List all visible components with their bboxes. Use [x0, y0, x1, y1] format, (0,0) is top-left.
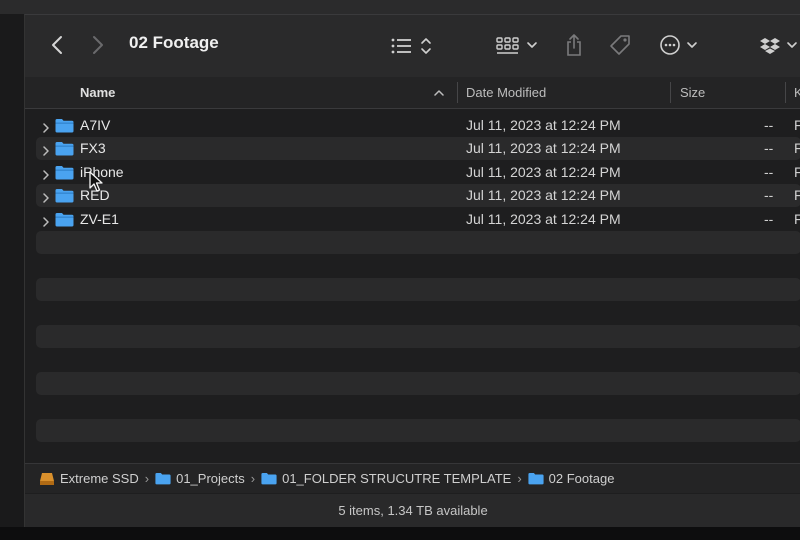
sort-ascending-icon[interactable] — [434, 86, 444, 104]
path-bar: Extreme SSD › 01_Projects › 01_FOLDER ST… — [25, 463, 800, 493]
file-list: A7IV Jul 11, 2023 at 12:24 PM -- F FX3 J… — [25, 109, 800, 459]
path-separator: › — [517, 471, 522, 486]
path-item-label: Extreme SSD — [60, 471, 139, 486]
item-size: -- — [764, 117, 774, 133]
row-stripe — [36, 372, 800, 395]
item-kind: F — [794, 187, 800, 203]
path-item-02-footage[interactable]: 02 Footage — [528, 471, 615, 486]
item-kind: F — [794, 117, 800, 133]
item-date: Jul 11, 2023 at 12:24 PM — [466, 140, 621, 156]
column-header: Name Date Modified Size K — [25, 77, 800, 109]
item-size: -- — [764, 211, 774, 227]
path-item-folder-template[interactable]: 01_FOLDER STRUCUTRE TEMPLATE — [261, 471, 511, 486]
folder-icon — [55, 165, 74, 185]
row-stripe — [36, 231, 800, 254]
folder-icon — [55, 188, 74, 208]
row-stripe — [36, 325, 800, 348]
item-kind: F — [794, 140, 800, 156]
list-item[interactable]: iPhone Jul 11, 2023 at 12:24 PM -- F — [25, 161, 800, 184]
column-divider[interactable] — [457, 82, 458, 103]
share-icon[interactable] — [563, 31, 585, 59]
mouse-cursor-icon — [89, 171, 103, 198]
column-divider[interactable] — [670, 82, 671, 103]
path-item-label: 02 Footage — [548, 471, 615, 486]
path-separator: › — [144, 471, 150, 486]
finder-window: 02 Footage Name Date Modified Size A7IV … — [24, 14, 800, 528]
row-stripe — [36, 278, 800, 301]
item-name: A7IV — [80, 117, 111, 133]
item-date: Jul 11, 2023 at 12:24 PM — [466, 164, 621, 180]
item-date: Jul 11, 2023 at 12:24 PM — [466, 117, 621, 133]
item-kind: F — [794, 164, 800, 180]
more-ellipsis-icon[interactable] — [659, 33, 701, 57]
back-chevron-icon[interactable] — [47, 34, 67, 56]
toolbar: 02 Footage — [25, 15, 800, 77]
list-item[interactable]: ZV-E1 Jul 11, 2023 at 12:24 PM -- F — [25, 208, 800, 231]
item-date: Jul 11, 2023 at 12:24 PM — [466, 211, 621, 227]
disclosure-chevron-icon[interactable] — [42, 214, 50, 232]
path-item-label: 01_Projects — [176, 471, 245, 486]
folder-icon — [261, 473, 277, 485]
item-date: Jul 11, 2023 at 12:24 PM — [466, 187, 621, 203]
desktop-bottom-strip — [0, 527, 800, 540]
disclosure-chevron-icon[interactable] — [42, 190, 50, 208]
column-name[interactable]: Name — [80, 77, 115, 108]
column-size[interactable]: Size — [680, 77, 705, 108]
list-item[interactable]: A7IV Jul 11, 2023 at 12:24 PM -- F — [25, 114, 800, 137]
tag-icon[interactable] — [607, 33, 633, 59]
folder-icon — [55, 212, 74, 232]
status-bar: 5 items, 1.34 TB available — [25, 494, 800, 528]
item-name: ZV-E1 — [80, 211, 119, 227]
disclosure-chevron-icon[interactable] — [42, 167, 50, 185]
path-item-extreme-ssd[interactable]: Extreme SSD — [39, 471, 139, 486]
item-size: -- — [764, 140, 774, 156]
group-grid-icon[interactable] — [496, 35, 542, 57]
list-item[interactable]: RED Jul 11, 2023 at 12:24 PM -- F — [25, 184, 800, 207]
desktop-top-strip — [0, 0, 800, 14]
drive-icon — [40, 472, 54, 485]
list-view-icon[interactable] — [391, 35, 433, 57]
window-title: 02 Footage — [129, 33, 219, 52]
disclosure-chevron-icon[interactable] — [42, 120, 50, 138]
item-name: FX3 — [80, 140, 106, 156]
folder-icon — [155, 473, 171, 485]
item-size: -- — [764, 164, 774, 180]
folder-icon — [528, 473, 544, 485]
list-item[interactable]: FX3 Jul 11, 2023 at 12:24 PM -- F — [25, 137, 800, 160]
folder-icon — [55, 141, 74, 161]
item-size: -- — [764, 187, 774, 203]
column-kind[interactable]: K — [794, 77, 800, 108]
forward-chevron-icon[interactable] — [88, 34, 108, 56]
path-item-label: 01_FOLDER STRUCUTRE TEMPLATE — [282, 471, 512, 486]
dropbox-icon[interactable] — [760, 35, 800, 57]
path-separator: › — [250, 471, 256, 486]
item-kind: F — [794, 211, 800, 227]
disclosure-chevron-icon[interactable] — [42, 143, 50, 161]
row-stripe — [36, 419, 800, 442]
column-divider[interactable] — [785, 82, 786, 103]
path-item-01-projects[interactable]: 01_Projects — [155, 471, 245, 486]
column-date-modified[interactable]: Date Modified — [466, 77, 546, 108]
desktop-left-strip — [0, 14, 24, 540]
folder-icon — [55, 118, 74, 138]
